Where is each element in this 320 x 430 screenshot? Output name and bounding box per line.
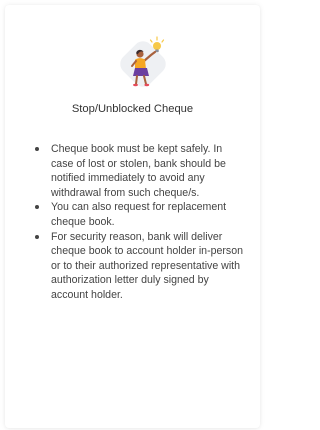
- list-item: For security reason, bank will deliver c…: [35, 230, 247, 303]
- list-item-text: You can also request for replacement che…: [51, 201, 227, 228]
- info-card: Stop/Unblocked Cheque Cheque book must b…: [5, 5, 260, 428]
- list-item: You can also request for replacement che…: [35, 200, 247, 229]
- bullet-icon: [35, 205, 39, 210]
- list-item: Cheque book must be kept safely. In case…: [35, 142, 247, 200]
- list-item-text: For security reason, bank will deliver c…: [51, 230, 243, 301]
- bullet-icon: [35, 147, 39, 151]
- info-list: Cheque book must be kept safely. In case…: [33, 142, 247, 303]
- card-title: Stop/Unblocked Cheque: [71, 103, 194, 115]
- person-holding-lightbulb-illustration: [120, 36, 166, 87]
- list-item-text: Cheque book must be kept safely. In case…: [51, 143, 226, 199]
- bullet-icon: [35, 234, 39, 239]
